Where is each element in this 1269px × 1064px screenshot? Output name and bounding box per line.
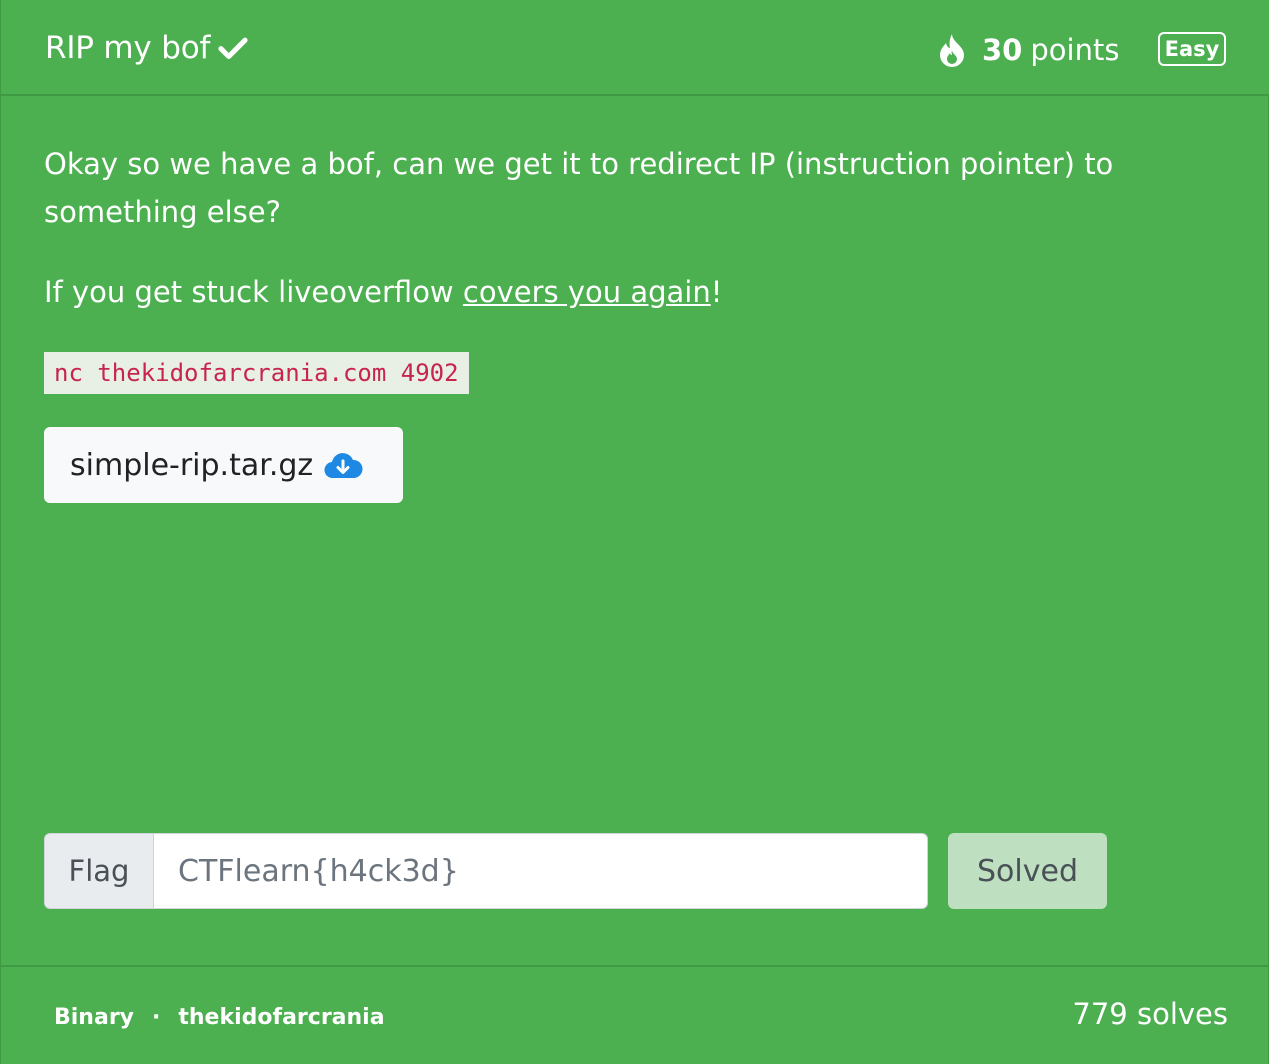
solved-button[interactable]: Solved: [948, 833, 1107, 909]
hint-paragraph: If you get stuck liveoverflow covers you…: [44, 268, 722, 316]
author-label[interactable]: thekidofarcrania: [178, 1005, 384, 1030]
card-body: Okay so we have a bof, can we get it to …: [1, 96, 1269, 966]
liveoverflow-link[interactable]: covers you again: [463, 275, 711, 309]
download-attachment-button[interactable]: simple-rip.tar.gz: [44, 427, 403, 503]
card-footer: Binary · thekidofarcrania 779 solves: [1, 965, 1269, 1064]
challenge-title: RIP my bof: [45, 30, 211, 66]
check-icon: [218, 37, 248, 60]
points-group: 30 points: [936, 26, 1119, 74]
challenge-card: RIP my bof 30 points Easy Okay so we hav…: [0, 0, 1269, 1064]
connection-command: nc thekidofarcrania.com 4902: [44, 352, 469, 394]
flag-input-group: Flag: [44, 833, 928, 909]
hint-text: If you get stuck liveoverflow: [44, 275, 463, 309]
footer-meta: Binary · thekidofarcrania: [54, 1005, 385, 1030]
flag-label: Flag: [44, 833, 154, 909]
category-label[interactable]: Binary: [54, 1005, 134, 1030]
cloud-download-icon: [324, 453, 363, 479]
challenge-title-group: RIP my bof: [45, 26, 250, 70]
flag-input[interactable]: [154, 833, 928, 909]
card-header: RIP my bof 30 points Easy: [1, 0, 1269, 96]
points-value: 30: [982, 33, 1023, 67]
fire-icon: [940, 34, 964, 67]
difficulty-badge: Easy: [1158, 32, 1226, 66]
points-label: points: [1030, 33, 1120, 67]
solves-count: 779 solves: [1072, 997, 1228, 1031]
description-paragraph: Okay so we have a bof, can we get it to …: [44, 147, 1114, 229]
hint-suffix: !: [710, 275, 723, 309]
attachment-filename: simple-rip.tar.gz: [70, 447, 314, 483]
footer-separator: ·: [152, 1005, 161, 1030]
